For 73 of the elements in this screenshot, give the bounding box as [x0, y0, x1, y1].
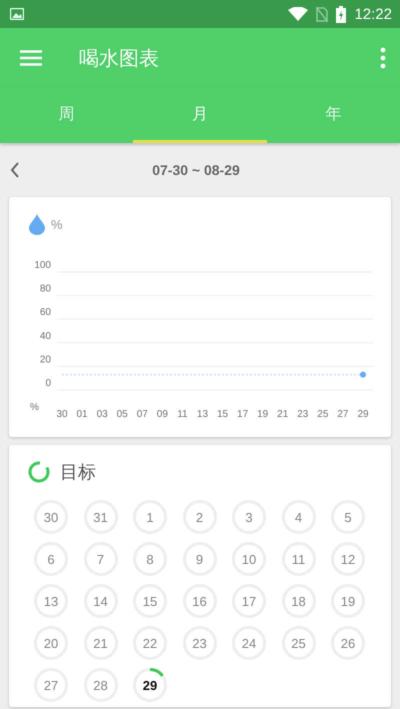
- y-tick-label: 80: [40, 284, 51, 295]
- progress-ring-icon: [28, 461, 50, 483]
- day-number[interactable]: 25: [291, 636, 306, 650]
- x-tick-label: 07: [136, 409, 148, 420]
- x-tick-label: 29: [357, 409, 369, 420]
- period-tab[interactable]: 月: [133, 88, 267, 143]
- x-tick-label: 15: [216, 409, 228, 420]
- day-number[interactable]: 2: [196, 510, 204, 524]
- menu-button[interactable]: [20, 50, 42, 66]
- y-tick-label: 40: [40, 330, 51, 342]
- x-tick-label: 23: [297, 409, 308, 420]
- no-sim-icon: [316, 6, 328, 22]
- x-tick-label: 17: [237, 409, 248, 420]
- day-number[interactable]: 9: [196, 552, 204, 566]
- clock-time: 12:22: [354, 6, 392, 22]
- period-tab[interactable]: 周: [0, 88, 134, 143]
- day-number[interactable]: 1: [146, 510, 154, 524]
- x-tick-label: 11: [177, 409, 188, 420]
- x-tick-label: 30: [56, 409, 68, 420]
- x-tick-label: 25: [317, 409, 328, 420]
- y-tick-label: 20: [40, 354, 51, 366]
- day-number[interactable]: 21: [93, 636, 108, 650]
- day-number[interactable]: 13: [44, 594, 58, 608]
- day-ring: [133, 668, 167, 702]
- goal-title: 目标: [60, 461, 96, 484]
- x-tick-label: 09: [156, 409, 168, 420]
- day-number[interactable]: 3: [245, 510, 253, 524]
- x-tick-label: 03: [96, 409, 108, 420]
- day-number[interactable]: 30: [44, 510, 58, 524]
- day-number[interactable]: 19: [340, 594, 356, 608]
- x-tick-label: 13: [196, 409, 208, 420]
- day-number[interactable]: 11: [292, 552, 306, 566]
- day-number[interactable]: 7: [96, 552, 104, 566]
- period-tab[interactable]: 年: [266, 88, 400, 143]
- day-number[interactable]: 29: [142, 678, 158, 692]
- day-number[interactable]: 24: [242, 636, 256, 650]
- day-number[interactable]: 4: [294, 510, 302, 524]
- y-axis-label: %: [30, 402, 39, 413]
- y-tick-label: 100: [34, 260, 51, 271]
- image-icon: [10, 8, 24, 20]
- date-range: 07-30 ~ 08-29: [151, 162, 241, 178]
- data-point: [360, 372, 366, 378]
- x-tick-label: 01: [76, 409, 88, 420]
- day-number[interactable]: 31: [93, 510, 108, 524]
- day-number[interactable]: 27: [44, 678, 58, 692]
- more-options-button[interactable]: [380, 47, 386, 69]
- day-number[interactable]: 12: [340, 552, 356, 566]
- day-number[interactable]: 15: [142, 594, 158, 608]
- day-number[interactable]: 18: [291, 594, 306, 608]
- day-number[interactable]: 28: [93, 678, 108, 692]
- day-number[interactable]: 17: [242, 594, 256, 608]
- day-number[interactable]: 14: [93, 594, 108, 608]
- day-number[interactable]: 26: [340, 636, 356, 650]
- day-number[interactable]: 10: [242, 552, 256, 566]
- x-tick-label: 27: [337, 409, 348, 420]
- day-number[interactable]: 5: [344, 510, 352, 524]
- x-tick-label: 19: [257, 409, 268, 420]
- water-drop-icon: [29, 214, 45, 235]
- day-number[interactable]: 8: [146, 552, 154, 566]
- y-tick-label: 60: [40, 307, 51, 318]
- legend-label: %: [51, 217, 63, 232]
- app-title: 喝水图表: [79, 46, 160, 72]
- y-tick-label: 0: [45, 378, 51, 389]
- day-number[interactable]: 23: [192, 636, 207, 650]
- wifi-icon: [288, 7, 308, 21]
- day-number[interactable]: 6: [47, 552, 55, 566]
- x-tick-label: 05: [116, 409, 128, 420]
- day-number[interactable]: 16: [192, 594, 207, 608]
- day-number[interactable]: 20: [44, 636, 58, 650]
- previous-button[interactable]: [10, 162, 20, 178]
- day-number[interactable]: 22: [142, 636, 158, 650]
- battery-charging-icon: [336, 6, 346, 22]
- x-tick-label: 21: [277, 409, 288, 420]
